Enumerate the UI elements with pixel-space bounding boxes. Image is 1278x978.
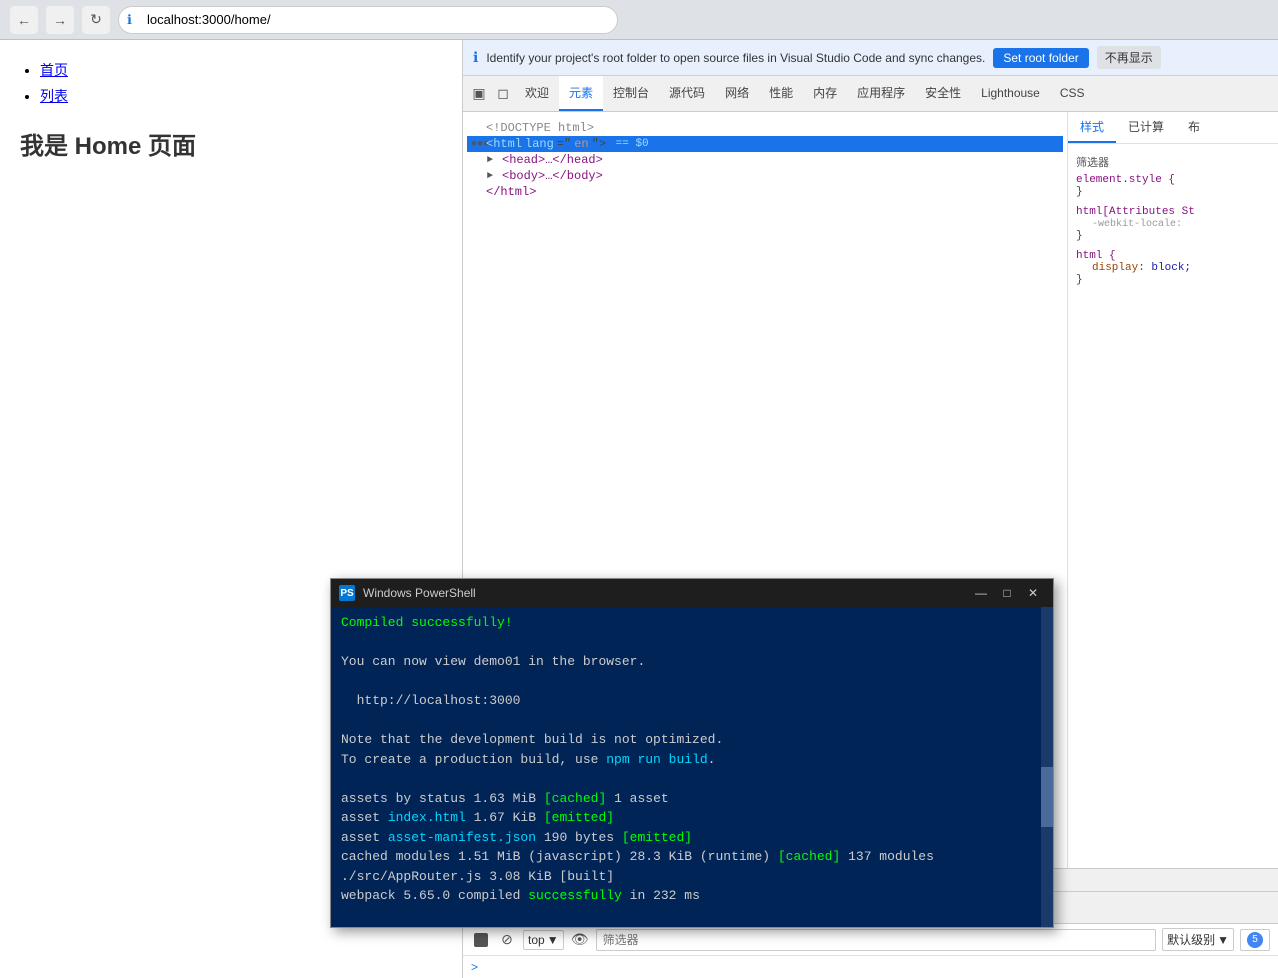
dismiss-button[interactable]: 不再显示 bbox=[1097, 46, 1161, 69]
ps-line-11: asset index.html 1.67 KiB [emitted] bbox=[341, 808, 1043, 828]
ps-line-15: webpack 5.65.0 compiled successfully in … bbox=[341, 886, 1043, 906]
browser-chrome: ← → ↻ ℹ localhost:3000/home/ bbox=[0, 0, 1278, 40]
screen-icon[interactable]: ▣ bbox=[467, 82, 491, 106]
page-nav: 首页 列表 bbox=[20, 60, 442, 106]
message-count: 5 bbox=[1252, 934, 1258, 945]
subtab-styles[interactable]: 样式 bbox=[1068, 112, 1116, 143]
ps-line-12: asset asset-manifest.json 190 bytes [emi… bbox=[341, 828, 1043, 848]
tab-network[interactable]: 网络 bbox=[715, 76, 759, 111]
tab-memory[interactable]: 内存 bbox=[803, 76, 847, 111]
ps-line-6 bbox=[341, 711, 1043, 731]
ps-line-7: Note that the development build is not o… bbox=[341, 730, 1043, 750]
address-url: localhost:3000/home/ bbox=[147, 12, 271, 27]
ps-line-8: To create a production build, use npm ru… bbox=[341, 750, 1043, 770]
clear-console-button[interactable] bbox=[471, 930, 491, 950]
message-count-badge: 5 bbox=[1240, 929, 1270, 951]
console-prompt[interactable]: > bbox=[471, 960, 478, 974]
ps-line-4 bbox=[341, 672, 1043, 692]
window-controls: — □ ✕ bbox=[969, 583, 1045, 603]
ps-line-2 bbox=[341, 633, 1043, 653]
tab-lighthouse[interactable]: Lighthouse bbox=[971, 78, 1050, 110]
set-root-folder-button[interactable]: Set root folder bbox=[993, 48, 1088, 68]
forward-button[interactable]: → bbox=[46, 6, 74, 34]
console-content: > bbox=[463, 956, 1278, 978]
css-rule-html-attrs: html[Attributes St -webkit-locale: } bbox=[1076, 206, 1270, 242]
powershell-content: Compiled successfully! You can now view … bbox=[331, 607, 1053, 927]
powershell-title: Windows PowerShell bbox=[363, 586, 961, 600]
styles-subtabs: 样式 已计算 布 bbox=[1068, 112, 1278, 144]
ps-scrollbar[interactable] bbox=[1041, 607, 1053, 927]
info-icon: ℹ bbox=[473, 49, 478, 66]
address-info-icon: ℹ bbox=[127, 12, 132, 28]
styles-panel: 样式 已计算 布 筛选器 element.style { } html[Attr… bbox=[1068, 112, 1278, 868]
info-bar-message: Identify your project's root folder to o… bbox=[486, 51, 985, 65]
nav-link-home[interactable]: 首页 bbox=[40, 62, 68, 78]
powershell-icon: PS bbox=[339, 585, 355, 601]
html-line-body[interactable]: ► <body>…</body> bbox=[467, 168, 1063, 184]
ps-line-10: assets by status 1.63 MiB [cached] 1 ass… bbox=[341, 789, 1043, 809]
devtools-info-bar: ℹ Identify your project's root folder to… bbox=[463, 40, 1278, 76]
nav-link-list[interactable]: 列表 bbox=[40, 88, 68, 104]
ps-line-13: cached modules 1.51 MiB (javascript) 28.… bbox=[341, 847, 1043, 867]
tab-elements[interactable]: 元素 bbox=[559, 76, 603, 111]
ps-line-14: ./src/AppRouter.js 3.08 KiB [built] bbox=[341, 867, 1043, 887]
address-bar[interactable]: ℹ localhost:3000/home/ bbox=[118, 6, 618, 34]
phone-icon[interactable]: ◻ bbox=[491, 82, 515, 106]
level-chevron-icon: ▼ bbox=[1217, 933, 1229, 947]
subtab-layout[interactable]: 布 bbox=[1176, 112, 1212, 143]
html-line-doctype: <!DOCTYPE html> bbox=[467, 120, 1063, 136]
context-selector[interactable]: top ▼ bbox=[523, 930, 564, 950]
tab-css[interactable]: CSS bbox=[1050, 78, 1095, 110]
powershell-window: PS Windows PowerShell — □ ✕ Compiled suc… bbox=[330, 578, 1054, 928]
reload-button[interactable]: ↻ bbox=[82, 6, 110, 34]
ps-line-1: Compiled successfully! bbox=[341, 613, 1043, 633]
minimize-button[interactable]: — bbox=[969, 583, 993, 603]
filter-input[interactable] bbox=[596, 929, 1157, 951]
log-level-label: 默认级别 bbox=[1167, 931, 1215, 948]
html-line-html[interactable]: ●●● <html lang="en"> == $0 bbox=[467, 136, 1063, 152]
maximize-button[interactable]: □ bbox=[995, 583, 1019, 603]
eye-button[interactable]: 👁 bbox=[570, 930, 590, 950]
ps-line-3: You can now view demo01 in the browser. bbox=[341, 652, 1043, 672]
ps-line-9 bbox=[341, 769, 1043, 789]
context-selector-label: top bbox=[528, 933, 545, 947]
powershell-titlebar: PS Windows PowerShell — □ ✕ bbox=[331, 579, 1053, 607]
tab-welcome[interactable]: 欢迎 bbox=[515, 76, 559, 111]
ps-line-5: http://localhost:3000 bbox=[341, 691, 1043, 711]
subtab-computed[interactable]: 已计算 bbox=[1116, 112, 1176, 143]
tab-sources[interactable]: 源代码 bbox=[659, 76, 715, 111]
tab-performance[interactable]: 性能 bbox=[759, 76, 803, 111]
close-button[interactable]: ✕ bbox=[1021, 583, 1045, 603]
ps-scrollbar-thumb[interactable] bbox=[1041, 767, 1053, 827]
devtools-tabs: ▣ ◻ 欢迎 元素 控制台 源代码 网络 性能 内存 应用程序 安全性 Ligh… bbox=[463, 76, 1278, 112]
tab-security[interactable]: 安全性 bbox=[915, 76, 971, 111]
stop-button[interactable]: ⊘ bbox=[497, 930, 517, 950]
filter-label: 筛选器 bbox=[1076, 152, 1270, 174]
back-button[interactable]: ← bbox=[10, 6, 38, 34]
page-title: 我是 Home 页面 bbox=[20, 126, 442, 161]
message-bubble: 5 bbox=[1247, 932, 1263, 948]
chevron-down-icon: ▼ bbox=[547, 933, 559, 947]
log-level-selector[interactable]: 默认级别 ▼ bbox=[1162, 928, 1234, 951]
css-rule-element-style: element.style { } bbox=[1076, 174, 1270, 198]
css-rule-html: html { display: block; } bbox=[1076, 250, 1270, 286]
console-toolbar: ⊘ top ▼ 👁 默认级别 ▼ 5 bbox=[463, 924, 1278, 956]
tab-application[interactable]: 应用程序 bbox=[847, 76, 915, 111]
styles-content: 筛选器 element.style { } html[Attributes St… bbox=[1068, 144, 1278, 868]
html-line-head[interactable]: ► <head>…</head> bbox=[467, 152, 1063, 168]
html-line-html-close: </html> bbox=[467, 184, 1063, 200]
tab-console[interactable]: 控制台 bbox=[603, 76, 659, 111]
